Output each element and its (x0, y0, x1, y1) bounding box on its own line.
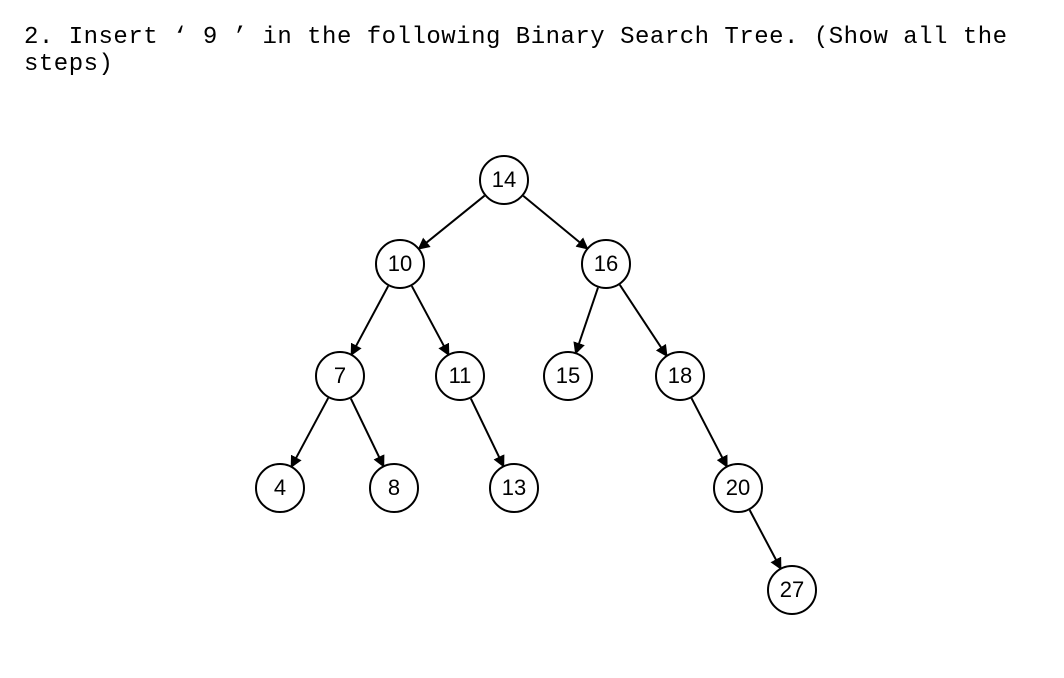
tree-edge (419, 196, 484, 249)
node-value: 27 (780, 577, 804, 603)
tree-node-16: 16 (581, 239, 631, 289)
tree-node-8: 8 (369, 463, 419, 513)
tree-node-14: 14 (479, 155, 529, 205)
tree-edge (412, 286, 448, 354)
tree-node-20: 20 (713, 463, 763, 513)
tree-edge (691, 398, 726, 466)
tree-node-10: 10 (375, 239, 425, 289)
tree-node-11: 11 (435, 351, 485, 401)
node-value: 11 (449, 363, 472, 389)
tree-node-4: 4 (255, 463, 305, 513)
node-value: 13 (502, 475, 526, 501)
tree-edge (351, 399, 383, 466)
tree-node-27: 27 (767, 565, 817, 615)
tree-node-15: 15 (543, 351, 593, 401)
node-value: 18 (668, 363, 692, 389)
node-value: 15 (556, 363, 580, 389)
node-value: 20 (726, 475, 750, 501)
tree-node-18: 18 (655, 351, 705, 401)
tree-node-13: 13 (489, 463, 539, 513)
node-value: 7 (334, 363, 346, 389)
bst-diagram: 14 10 16 7 11 15 18 4 8 13 20 27 (0, 0, 1064, 678)
node-value: 14 (492, 167, 516, 193)
node-value: 4 (274, 475, 286, 501)
node-value: 10 (388, 251, 412, 277)
tree-edge (576, 288, 598, 353)
tree-edges (0, 0, 1064, 678)
tree-edge (292, 398, 328, 466)
tree-edge (352, 286, 388, 354)
tree-edge (620, 285, 666, 355)
tree-edge (471, 399, 503, 466)
tree-node-7: 7 (315, 351, 365, 401)
node-value: 16 (594, 251, 618, 277)
tree-edge (750, 510, 781, 568)
tree-edge (523, 196, 586, 248)
node-value: 8 (388, 475, 400, 501)
